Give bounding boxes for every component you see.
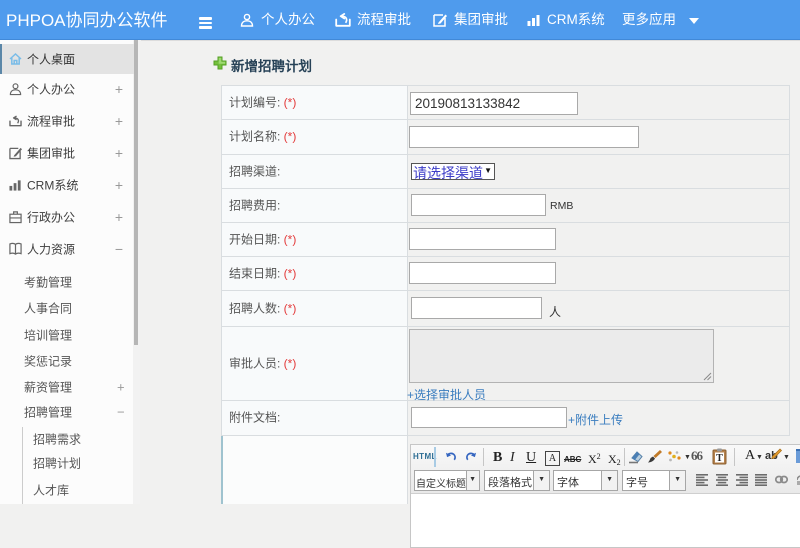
svg-text:T: T xyxy=(716,453,723,464)
